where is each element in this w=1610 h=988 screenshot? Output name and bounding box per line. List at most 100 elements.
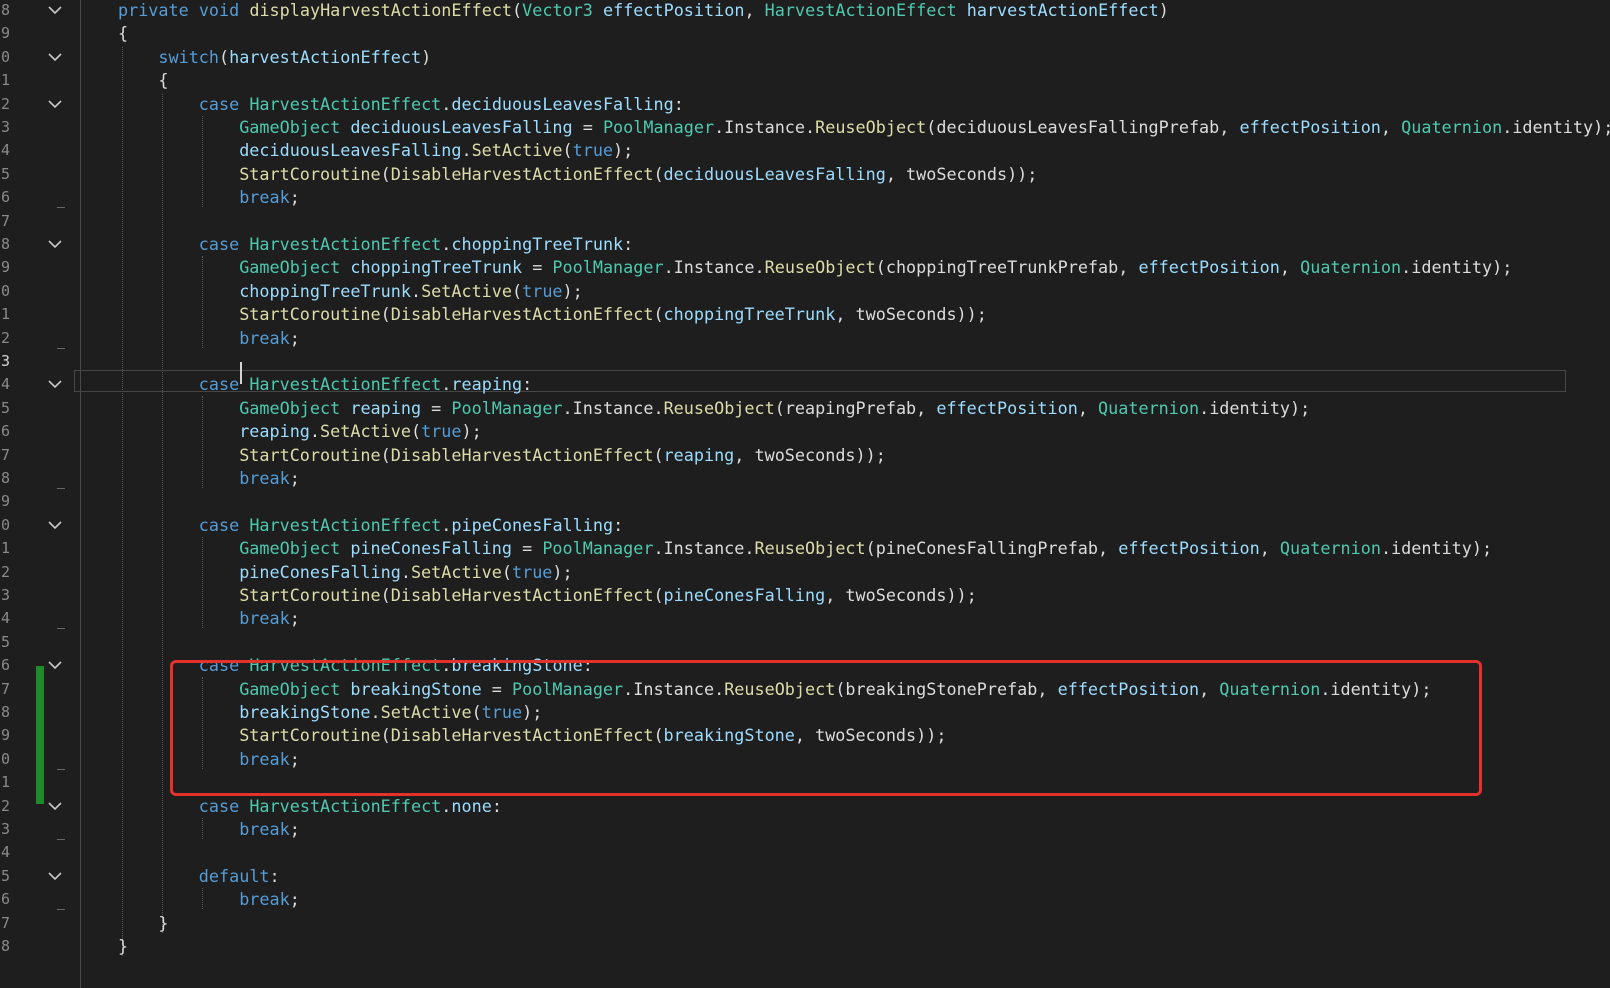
code-text[interactable]: GameObject reaping = PoolManager.Instanc… (239, 396, 1310, 420)
code-token: , (1259, 538, 1280, 559)
code-line[interactable]: 7 StartCoroutine(DisableHarvestActionEffe… (0, 443, 1610, 467)
code-line[interactable]: 8 private void displayHarvestActionEffect… (0, 0, 1610, 22)
code-line[interactable]: 8 case HarvestActionEffect.choppingTreeTr… (0, 232, 1610, 256)
code-token: , (744, 0, 765, 20)
code-line[interactable]: 1{ (0, 68, 1610, 92)
code-token: (deciduousLeavesFallingPrefab, (926, 117, 1240, 137)
code-text[interactable]: case HarvestActionEffect.reaping: (199, 372, 532, 396)
code-text[interactable]: break; (239, 817, 300, 841)
code-line[interactable]: 6 break; (0, 185, 1610, 209)
code-line[interactable]: 1 StartCoroutine(DisableHarvestActionEffe… (0, 302, 1610, 326)
code-text[interactable]: break; (239, 887, 300, 911)
code-text[interactable]: StartCoroutine(DisableHarvestActionEffec… (239, 583, 977, 607)
code-token: HarvestActionEffect (249, 514, 442, 535)
code-token: case (198, 514, 250, 535)
chevron-down-icon[interactable] (46, 48, 64, 66)
code-line[interactable]: 8 break; (0, 466, 1610, 490)
code-text[interactable]: GameObject pineConesFalling = PoolManage… (239, 536, 1492, 560)
code-text[interactable]: case HarvestActionEffect.deciduousLeaves… (199, 92, 684, 116)
chevron-down-icon[interactable] (46, 375, 64, 393)
chevron-down-icon[interactable] (46, 867, 64, 885)
code-line[interactable]: 8} (0, 934, 1610, 958)
code-line[interactable]: 0 choppingTreeTrunk.SetActive(true); (0, 279, 1610, 303)
code-line[interactable]: 3 break; (0, 817, 1610, 841)
code-text[interactable]: break; (239, 326, 300, 350)
code-token: GameObject (239, 397, 341, 418)
code-line[interactable]: 3 StartCoroutine(DisableHarvestActionEffe… (0, 583, 1610, 607)
code-token: .Instance. (663, 257, 765, 278)
chevron-down-icon[interactable] (46, 656, 64, 674)
code-line[interactable]: 2 break; (0, 326, 1610, 350)
code-line[interactable]: 1 GameObject pineConesFalling = PoolManag… (0, 536, 1610, 560)
code-line[interactable]: 7} (0, 911, 1610, 935)
code-text[interactable]: case HarvestActionEffect.choppingTreeTru… (199, 232, 633, 256)
code-token: deciduousLeavesFalling (663, 163, 886, 184)
code-text[interactable]: break; (239, 466, 300, 490)
code-line[interactable]: 2 case HarvestActionEffect.none: (0, 794, 1610, 818)
code-text[interactable]: GameObject choppingTreeTrunk = PoolManag… (239, 255, 1512, 279)
line-number: 6 (0, 422, 10, 441)
code-text[interactable]: StartCoroutine(DisableHarvestActionEffec… (239, 162, 1037, 186)
chevron-down-icon[interactable] (46, 797, 64, 815)
code-token: reaping (663, 444, 735, 465)
chevron-down-icon[interactable] (46, 235, 64, 253)
code-line[interactable]: 3 GameObject deciduousLeavesFalling = Poo… (0, 115, 1610, 139)
code-token: , twoSeconds)); (734, 444, 886, 465)
chevron-down-icon[interactable] (46, 516, 64, 534)
code-line[interactable]: 0 switch(harvestActionEffect) (0, 45, 1610, 69)
code-token: harvestActionEffect (966, 0, 1159, 20)
code-line[interactable]: 4 deciduousLeavesFalling.SetActive(true); (0, 138, 1610, 162)
code-line[interactable]: 9 GameObject choppingTreeTrunk = PoolMana… (0, 255, 1610, 279)
code-token: pineConesFalling (239, 561, 401, 582)
code-line[interactable]: 7 (0, 209, 1610, 233)
code-token: HarvestActionEffect (249, 234, 442, 254)
code-line[interactable]: 5 StartCoroutine(DisableHarvestActionEffe… (0, 162, 1610, 186)
code-token: SetActive (421, 280, 512, 301)
code-line[interactable]: 5 GameObject reaping = PoolManager.Instan… (0, 396, 1610, 420)
code-text[interactable]: reaping.SetActive(true); (239, 419, 482, 443)
code-text[interactable]: case HarvestActionEffect.none: (199, 794, 502, 818)
code-line[interactable]: 5 default: (0, 864, 1610, 888)
code-line[interactable]: 2 pineConesFalling.SetActive(true); (0, 560, 1610, 584)
code-text[interactable]: break; (239, 606, 300, 630)
code-line[interactable]: 4 (0, 840, 1610, 864)
code-text[interactable]: choppingTreeTrunk.SetActive(true); (239, 279, 583, 303)
code-token: HarvestActionEffect (249, 93, 442, 114)
code-text[interactable]: { (118, 21, 128, 45)
code-line[interactable]: 5 (0, 630, 1610, 654)
code-token: choppingTreeTrunk (350, 257, 523, 278)
line-number: 3 (0, 352, 10, 370)
code-token: StartCoroutine (239, 304, 381, 325)
code-text[interactable]: } (118, 934, 128, 958)
chevron-down-icon[interactable] (46, 1, 64, 19)
code-line[interactable]: 6 break; (0, 887, 1610, 911)
code-line[interactable]: 2 case HarvestActionEffect.deciduousLeave… (0, 92, 1610, 116)
code-text[interactable]: break; (239, 185, 300, 209)
code-text[interactable]: switch(harvestActionEffect) (158, 45, 431, 69)
line-number: 9 (0, 726, 10, 745)
line-number: 1 (0, 539, 10, 558)
code-editor[interactable]: 8 private void displayHarvestActionEffect… (0, 0, 1610, 988)
code-text[interactable]: } (158, 911, 168, 935)
code-text[interactable]: pineConesFalling.SetActive(true); (239, 560, 572, 584)
code-line[interactable]: 4 break; (0, 606, 1610, 630)
code-text[interactable]: StartCoroutine(DisableHarvestActionEffec… (239, 443, 886, 467)
code-text[interactable]: default: (199, 864, 280, 888)
line-number: 1 (0, 773, 10, 792)
code-text[interactable]: private void displayHarvestActionEffect(… (118, 0, 1169, 22)
code-line[interactable]: 9 (0, 489, 1610, 513)
code-text[interactable]: { (158, 68, 168, 92)
code-text[interactable]: StartCoroutine(DisableHarvestActionEffec… (239, 302, 987, 326)
chevron-down-icon[interactable] (46, 95, 64, 113)
code-text[interactable]: GameObject deciduousLeavesFalling = Pool… (239, 115, 1610, 139)
code-text[interactable]: case HarvestActionEffect.pipeConesFallin… (199, 513, 623, 537)
code-line[interactable]: 9{ (0, 21, 1610, 45)
line-number: 6 (0, 656, 10, 675)
line-number: 8 (0, 1, 10, 19)
code-line[interactable]: 0 case HarvestActionEffect.pipeConesFalli… (0, 513, 1610, 537)
code-text[interactable]: deciduousLeavesFalling.SetActive(true); (239, 138, 633, 162)
code-line[interactable]: 6 reaping.SetActive(true); (0, 419, 1610, 443)
code-token: ( (653, 585, 664, 605)
code-token: deciduousLeavesFalling (451, 93, 674, 114)
